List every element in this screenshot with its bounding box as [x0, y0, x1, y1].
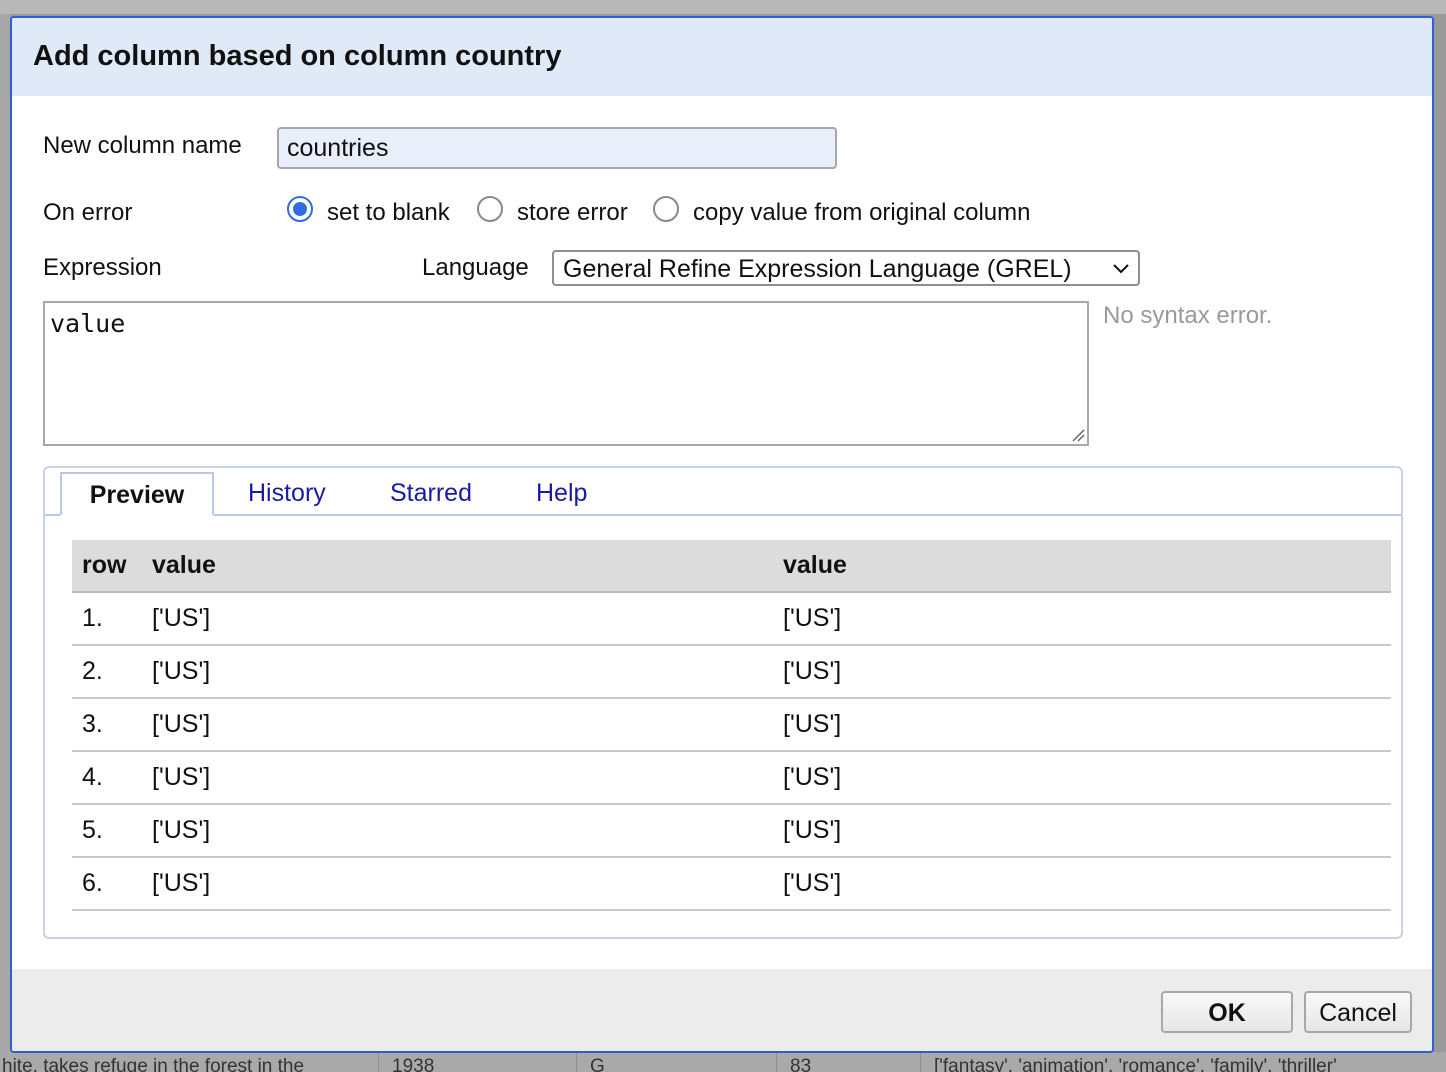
dialog-title: Add column based on column country [33, 40, 562, 72]
background-cell-divider [576, 1052, 577, 1072]
table-row: 3. ['US'] ['US'] [72, 698, 1391, 752]
radio-store-error[interactable] [477, 196, 503, 222]
option-store-error-label[interactable]: store error [517, 199, 628, 227]
table-row: 1. ['US'] ['US'] [72, 592, 1391, 646]
new-column-name-label: New column name [43, 132, 242, 159]
expression-label: Expression [43, 254, 162, 281]
background-cell: 83 [790, 1056, 812, 1072]
resize-grip-icon[interactable] [1071, 428, 1085, 442]
background-cell: hite, takes refuge in the forest in the [2, 1056, 305, 1072]
header-value-result: value [773, 540, 1391, 593]
background-data-row: hite, takes refuge in the forest in the … [0, 1052, 1446, 1072]
background-cell: ['fantasy', 'animation', 'romance', 'fam… [934, 1056, 1337, 1072]
table-row: 6. ['US'] ['US'] [72, 857, 1391, 911]
result-value: ['US'] [773, 804, 1391, 858]
dialog-footer: OK Cancel [12, 969, 1432, 1051]
header-row: row [72, 540, 142, 593]
preview-header-row: row value value [72, 540, 1391, 593]
expression-textarea[interactable]: value [43, 301, 1089, 446]
table-row: 2. ['US'] ['US'] [72, 645, 1391, 699]
row-number: 3. [72, 698, 142, 752]
result-value: ['US'] [773, 857, 1391, 911]
original-value: ['US'] [142, 857, 773, 911]
original-value: ['US'] [142, 751, 773, 805]
table-row: 4. ['US'] ['US'] [72, 751, 1391, 805]
background-left-column [0, 14, 10, 1072]
result-value: ['US'] [773, 698, 1391, 752]
dialog-header: Add column based on column country [12, 18, 1432, 96]
preview-pane[interactable]: row value value 1. ['US'] ['US'] 2. ['US… [47, 516, 1401, 935]
tab-preview[interactable]: Preview [60, 472, 214, 516]
syntax-status: No syntax error. [1103, 302, 1273, 329]
background-cell: 1938 [392, 1056, 435, 1072]
background-cell-divider [378, 1052, 379, 1072]
option-set-to-blank-label[interactable]: set to blank [327, 199, 450, 227]
language-select[interactable]: General Refine Expression Language (GREL… [552, 250, 1140, 286]
background-cell-divider [776, 1052, 777, 1072]
radio-set-to-blank[interactable] [287, 196, 313, 222]
background-cell: G [590, 1056, 605, 1072]
background-cell-divider [920, 1052, 921, 1072]
row-number: 2. [72, 645, 142, 699]
language-label: Language [422, 254, 529, 281]
original-value: ['US'] [142, 592, 773, 646]
background-toolbar [0, 0, 1446, 14]
row-number: 5. [72, 804, 142, 858]
cancel-button[interactable]: Cancel [1304, 991, 1412, 1033]
tabs-panel: Preview History Starred Help row value v… [43, 466, 1403, 939]
row-number: 4. [72, 751, 142, 805]
result-value: ['US'] [773, 751, 1391, 805]
original-value: ['US'] [142, 804, 773, 858]
original-value: ['US'] [142, 698, 773, 752]
header-value-original: value [142, 540, 773, 593]
preview-table: row value value 1. ['US'] ['US'] 2. ['US… [72, 540, 1391, 911]
radio-copy-value[interactable] [653, 196, 679, 222]
result-value: ['US'] [773, 592, 1391, 646]
table-row: 5. ['US'] ['US'] [72, 804, 1391, 858]
tab-starred[interactable]: Starred [390, 472, 472, 516]
tab-strip: Preview History Starred Help [45, 468, 1401, 516]
tab-history[interactable]: History [248, 472, 326, 516]
row-number: 1. [72, 592, 142, 646]
original-value: ['US'] [142, 645, 773, 699]
result-value: ['US'] [773, 645, 1391, 699]
ok-button[interactable]: OK [1161, 991, 1293, 1033]
new-column-name-input[interactable] [277, 127, 837, 169]
on-error-label: On error [43, 199, 133, 226]
add-column-dialog: Add column based on column country New c… [10, 16, 1434, 1053]
expression-text: value [50, 309, 126, 338]
chevron-down-icon [1112, 254, 1130, 288]
language-select-value: General Refine Expression Language (GREL… [563, 255, 1072, 283]
option-copy-value-label[interactable]: copy value from original column [693, 199, 1031, 227]
tab-help[interactable]: Help [536, 472, 587, 516]
row-number: 6. [72, 857, 142, 911]
